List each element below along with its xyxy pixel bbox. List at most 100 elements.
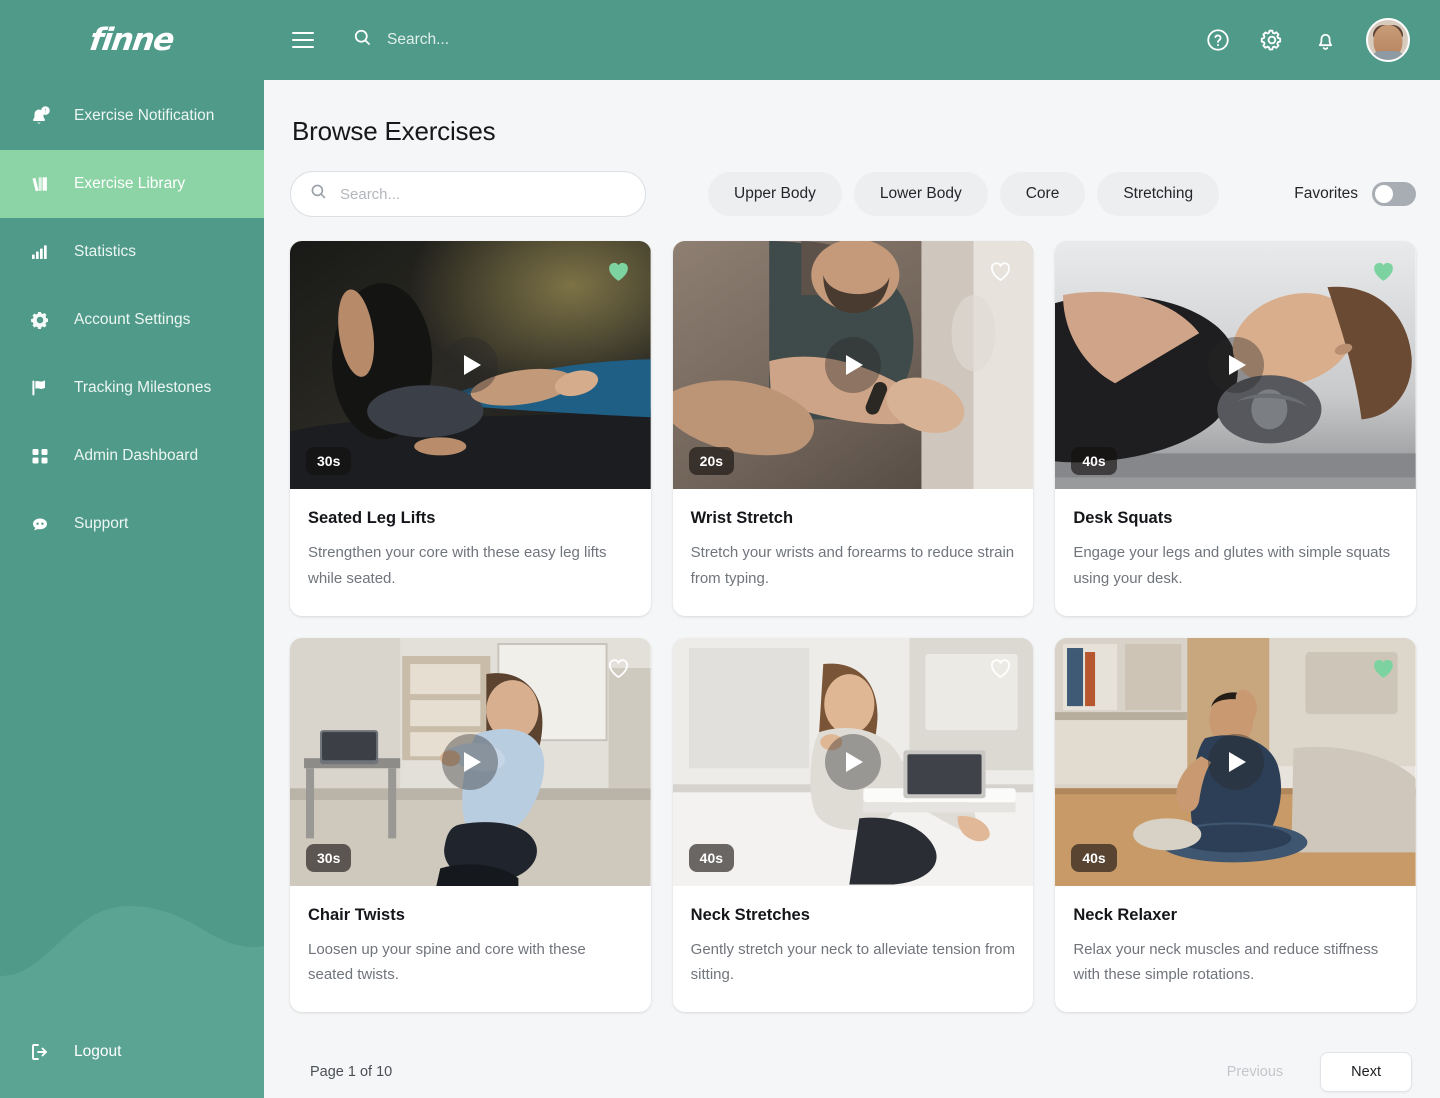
exercise-card[interactable]: 20s Wrist Stretch Stretch your wrists an… bbox=[672, 241, 1034, 616]
exercise-card-body: Seated Leg Lifts Strengthen your core wi… bbox=[290, 489, 651, 616]
duration-badge: 20s bbox=[688, 447, 735, 475]
exercise-card-body: Chair Twists Loosen up your spine and co… bbox=[290, 886, 651, 1013]
exercise-card[interactable]: 30s Seated Leg Lifts Strengthen your cor… bbox=[290, 241, 651, 616]
exercise-grid: 30s Seated Leg Lifts Strengthen your cor… bbox=[290, 241, 1416, 1013]
search-input-wrapper[interactable] bbox=[290, 171, 646, 217]
exercise-description: Loosen up your spine and core with these… bbox=[308, 940, 586, 984]
play-button[interactable] bbox=[1207, 337, 1264, 393]
duration-badge: 30s bbox=[306, 843, 352, 872]
play-button[interactable] bbox=[442, 337, 499, 393]
play-icon bbox=[463, 751, 481, 772]
top-search-input[interactable] bbox=[387, 31, 727, 49]
favorites-toggle[interactable] bbox=[1372, 182, 1416, 206]
brand-logo[interactable]: finne bbox=[0, 0, 264, 80]
play-button[interactable] bbox=[824, 733, 881, 790]
sidebar-item-exercise-library[interactable]: Exercise Library bbox=[0, 150, 264, 218]
play-button[interactable] bbox=[1207, 733, 1264, 790]
avatar[interactable] bbox=[1366, 18, 1410, 62]
exercise-title: Desk Squats bbox=[1073, 509, 1173, 527]
play-icon bbox=[846, 355, 864, 375]
exercise-description: Stretch your wrists and forearms to redu… bbox=[690, 544, 1015, 587]
bell-notification-icon: ! bbox=[28, 104, 54, 128]
sidebar-item-label: Exercise Library bbox=[74, 175, 186, 192]
exercise-card-body: Desk Squats Engage your legs and glutes … bbox=[1055, 489, 1416, 616]
favorites-label: Favorites bbox=[1294, 185, 1358, 202]
duration-badge: 40s bbox=[1071, 843, 1117, 872]
exercise-card-body: Wrist Stretch Stretch your wrists and fo… bbox=[673, 489, 1034, 616]
favorites-toggle-knob bbox=[1375, 185, 1393, 203]
exercise-thumbnail[interactable]: 40s bbox=[1055, 637, 1416, 886]
exercise-title: Chair Twists bbox=[308, 905, 405, 924]
exercise-card[interactable]: 40s Neck Relaxer Relax your neck muscles… bbox=[1055, 637, 1416, 1013]
sidebar-item-label: Account Settings bbox=[74, 311, 191, 328]
search-input[interactable] bbox=[340, 185, 627, 203]
main-area: Browse Exercises Upper Body Lower Body C… bbox=[264, 0, 1440, 1098]
filter-chip-stretching[interactable]: Stretching bbox=[1097, 172, 1220, 216]
play-icon bbox=[463, 355, 481, 375]
top-bar bbox=[264, 0, 1440, 80]
sidebar-item-support[interactable]: Support bbox=[0, 490, 264, 558]
app-root: finne ! Exercise Notification Exercise L… bbox=[0, 0, 1440, 1098]
exercise-title: Neck Relaxer bbox=[1073, 905, 1177, 924]
favorite-heart-icon[interactable] bbox=[988, 656, 1013, 684]
help-circle-icon[interactable] bbox=[1205, 27, 1231, 53]
exercise-title: Wrist Stretch bbox=[690, 509, 794, 527]
exercise-card[interactable]: 40s Neck Stretches Gently stretch your n… bbox=[672, 637, 1034, 1013]
favorite-heart-icon[interactable] bbox=[606, 656, 631, 684]
logout-button[interactable]: Logout bbox=[0, 1028, 121, 1076]
exercise-description: Engage your legs and glutes with simple … bbox=[1073, 544, 1391, 587]
exercise-thumbnail[interactable]: 40s bbox=[672, 637, 1034, 886]
exercise-card-body: Neck Relaxer Relax your neck muscles and… bbox=[1055, 886, 1416, 1013]
filter-chip-upper-body[interactable]: Upper Body bbox=[708, 172, 842, 216]
favorite-heart-icon[interactable] bbox=[1371, 656, 1396, 684]
content-area: Browse Exercises Upper Body Lower Body C… bbox=[264, 80, 1440, 1098]
bell-icon[interactable] bbox=[1313, 28, 1338, 53]
logout-icon bbox=[28, 1040, 54, 1064]
top-bar-icons bbox=[1205, 18, 1410, 62]
logout-label: Logout bbox=[74, 1043, 122, 1060]
exercise-thumbnail[interactable]: 40s bbox=[1055, 241, 1416, 489]
play-button[interactable] bbox=[824, 337, 881, 393]
exercise-description: Gently stretch your neck to alleviate te… bbox=[690, 940, 1015, 984]
sidebar-item-label: Tracking Milestones bbox=[74, 379, 212, 396]
favorite-heart-icon[interactable] bbox=[606, 259, 631, 287]
exercise-card[interactable]: 40s Desk Squats Engage your legs and glu… bbox=[1055, 241, 1416, 616]
filter-chip-lower-body[interactable]: Lower Body bbox=[853, 172, 988, 216]
page-title: Browse Exercises bbox=[292, 116, 496, 146]
sidebar-item-exercise-notification[interactable]: ! Exercise Notification bbox=[0, 82, 264, 150]
exercise-card[interactable]: 30s Chair Twists Loosen up your spine an… bbox=[290, 637, 651, 1013]
play-icon bbox=[846, 751, 864, 772]
filter-bar: Upper Body Lower Body Core Stretching Fa… bbox=[290, 171, 1416, 217]
gear-icon bbox=[28, 308, 54, 332]
sidebar-item-admin-dashboard[interactable]: Admin Dashboard bbox=[0, 422, 264, 490]
exercise-title: Neck Stretches bbox=[690, 905, 810, 924]
brand-logo-text: finne bbox=[87, 22, 177, 58]
sidebar-nav: ! Exercise Notification Exercise Library bbox=[0, 82, 264, 558]
hamburger-icon[interactable] bbox=[292, 32, 314, 48]
exercise-title: Seated Leg Lifts bbox=[308, 509, 436, 527]
favorites-filter: Favorites bbox=[1294, 182, 1416, 206]
top-search[interactable] bbox=[352, 27, 1205, 53]
avatar-body bbox=[1368, 51, 1408, 60]
pagination: Page 1 of 10 Previous Next bbox=[290, 1034, 1416, 1098]
favorite-heart-icon[interactable] bbox=[988, 259, 1013, 287]
sidebar-item-label: Support bbox=[74, 515, 129, 532]
sidebar-item-tracking-milestones[interactable]: Tracking Milestones bbox=[0, 354, 264, 422]
exercise-thumbnail[interactable]: 30s bbox=[290, 241, 651, 489]
play-button[interactable] bbox=[442, 733, 499, 790]
sidebar-item-account-settings[interactable]: Account Settings bbox=[0, 286, 264, 354]
exercise-thumbnail[interactable]: 30s bbox=[290, 637, 651, 886]
sidebar-item-statistics[interactable]: Statistics bbox=[0, 218, 264, 286]
favorite-heart-icon[interactable] bbox=[1371, 259, 1396, 287]
exercise-card-body: Neck Stretches Gently stretch your neck … bbox=[673, 886, 1034, 1013]
page-info: Page 1 of 10 bbox=[310, 1064, 393, 1081]
svg-text:!: ! bbox=[45, 108, 46, 114]
previous-page-button[interactable]: Previous bbox=[1196, 1052, 1314, 1092]
duration-badge: 40s bbox=[688, 843, 735, 872]
filter-chips: Upper Body Lower Body Core Stretching bbox=[708, 172, 1220, 216]
filter-chip-core[interactable]: Core bbox=[999, 172, 1086, 216]
exercise-thumbnail[interactable]: 20s bbox=[672, 241, 1034, 489]
next-page-button[interactable]: Next bbox=[1320, 1052, 1412, 1093]
gear-icon[interactable] bbox=[1259, 27, 1285, 53]
sidebar-item-label: Statistics bbox=[74, 243, 137, 260]
